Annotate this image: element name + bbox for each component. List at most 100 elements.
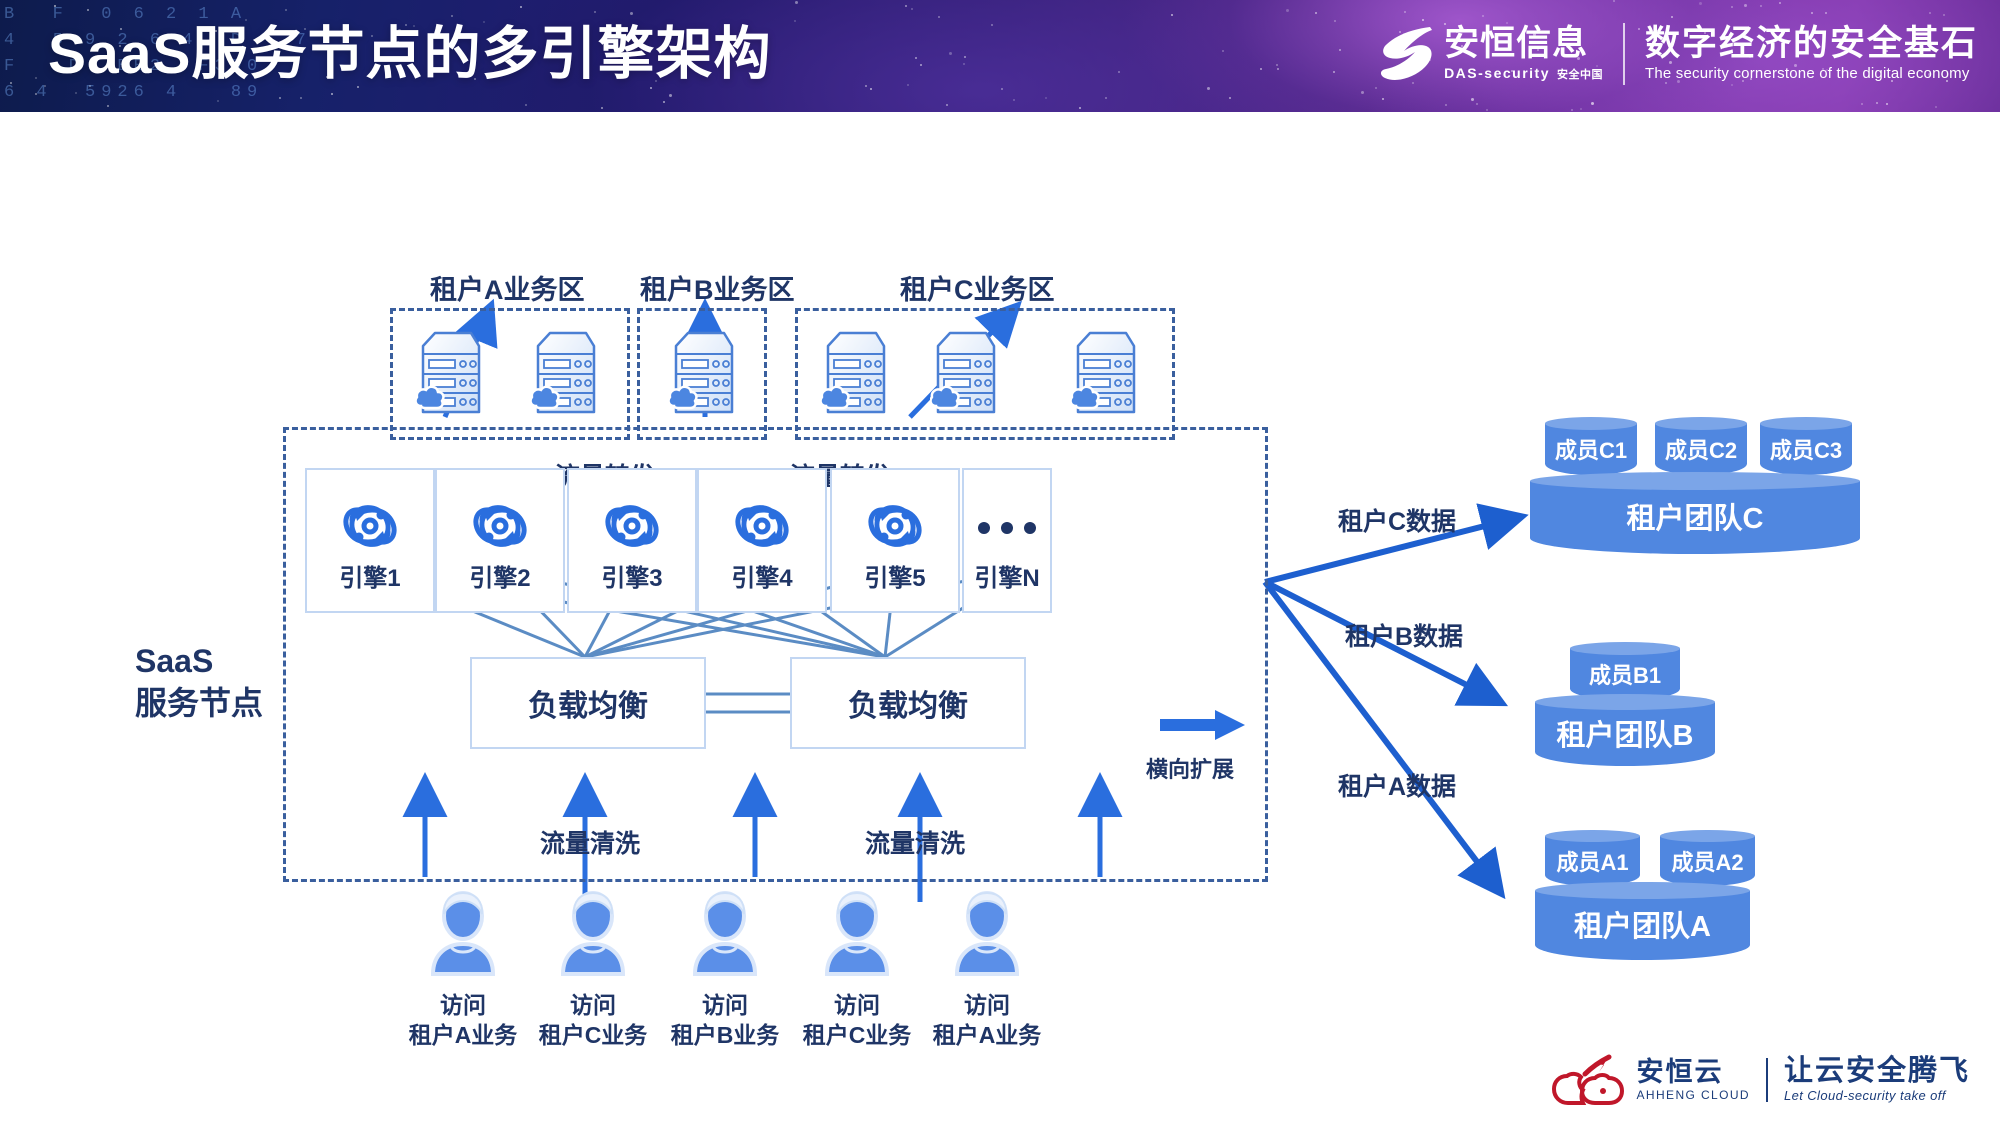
user-label-5-line1: 访问 (912, 990, 1062, 1020)
load-balancer-1-label: 负载均衡 (528, 681, 648, 725)
member-label-a2: 成员A2 (1660, 830, 1755, 886)
engine-box-3[interactable]: 引擎3 (567, 468, 697, 613)
user-icon (555, 890, 631, 976)
brand-name-cn: 安恒信息 (1444, 24, 1603, 64)
user-label-4-line1: 访问 (782, 990, 932, 1020)
server-icon (668, 328, 740, 418)
brand-name-en-cn: 安全中国 (1557, 66, 1603, 84)
footer-name-cn: 安恒云 (1637, 1058, 1750, 1087)
member-cylinder-b1[interactable]: 成员B1 (1570, 642, 1680, 700)
engine-label-2: 引擎2 (437, 558, 563, 593)
footer-brand: 安恒云 AHHENG CLOUD 让云安全腾飞 Let Cloud-securi… (1551, 1049, 1971, 1111)
team-cylinder-a[interactable]: 租户团队A (1535, 882, 1750, 960)
engine-label-5: 引擎5 (832, 558, 958, 593)
server-icon (930, 328, 1002, 418)
engine-label-1: 引擎1 (307, 558, 433, 593)
member-cylinder-c3[interactable]: 成员C3 (1760, 417, 1852, 475)
team-cylinder-c[interactable]: 租户团队C (1530, 472, 1860, 554)
user-icon (425, 890, 501, 976)
user-label-4-line2: 租户C业务 (782, 1020, 932, 1050)
user-label-1-line1: 访问 (388, 990, 538, 1020)
saas-label-line1: SaaS (135, 640, 263, 682)
engine-label-3: 引擎3 (569, 558, 695, 593)
brand-lockup: 安恒信息 DAS-security 安全中国 数字经济的安全基石 The sec… (1378, 14, 1978, 94)
member-cylinder-c2[interactable]: 成员C2 (1655, 417, 1747, 475)
user-label-3-line2: 租户B业务 (650, 1020, 800, 1050)
zone-title-b: 租户B业务区 (640, 268, 795, 307)
member-label-c3: 成员C3 (1760, 417, 1852, 475)
engine-label-4: 引擎4 (699, 558, 825, 593)
member-label-a1: 成员A1 (1545, 830, 1640, 886)
user-icon (819, 890, 895, 976)
footer-slogan-block: 让云安全腾飞 Let Cloud-security take off (1784, 1056, 1970, 1104)
ahheng-cloud-logo-icon (1551, 1054, 1627, 1106)
atom-engine-icon (600, 494, 664, 558)
engine-box-6[interactable]: 引擎N (962, 468, 1052, 613)
footer-name-block: 安恒云 AHHENG CLOUD (1637, 1058, 1750, 1103)
atom-engine-icon (730, 494, 794, 558)
brand-slogan-cn: 数字经济的安全基石 (1645, 24, 1978, 64)
user-icon (687, 890, 763, 976)
page-title: SaaS服务节点的多引擎架构 (48, 14, 771, 94)
clean-label-1: 流量清洗 (540, 824, 640, 860)
brand-divider (1623, 23, 1625, 85)
engine-box-5[interactable]: 引擎5 (830, 468, 960, 613)
engine-box-2[interactable]: 引擎2 (435, 468, 565, 613)
user-item-3: 访问 租户B业务 (650, 890, 800, 1050)
user-label-2-line1: 访问 (518, 990, 668, 1020)
slide-header: B F 0 6 2 1 A 4 5 9 2 6 4 D 7 F D BE2 F3… (0, 0, 2000, 112)
team-label-a: 租户团队A (1535, 882, 1750, 960)
atom-engine-icon (863, 494, 927, 558)
engine-box-4[interactable]: 引擎4 (697, 468, 827, 613)
zone-title-a: 租户A业务区 (430, 268, 585, 307)
team-cylinder-b[interactable]: 租户团队B (1535, 694, 1715, 766)
ellipsis-dots-icon (978, 522, 1036, 534)
user-icon (949, 890, 1025, 976)
user-label-2-line2: 租户C业务 (518, 1020, 668, 1050)
load-balancer-1[interactable]: 负载均衡 (470, 657, 706, 749)
zone-title-c: 租户C业务区 (900, 268, 1055, 307)
member-label-b1: 成员B1 (1570, 642, 1680, 700)
user-label-3-line1: 访问 (650, 990, 800, 1020)
load-balancer-2[interactable]: 负载均衡 (790, 657, 1026, 749)
user-item-5: 访问 租户A业务 (912, 890, 1062, 1050)
load-balancer-2-label: 负载均衡 (848, 681, 968, 725)
engine-box-1[interactable]: 引擎1 (305, 468, 435, 613)
team-label-b: 租户团队B (1535, 694, 1715, 766)
user-item-1: 访问 租户A业务 (388, 890, 538, 1050)
member-label-c1: 成员C1 (1545, 417, 1637, 475)
scale-out-label: 横向扩展 (1146, 752, 1234, 784)
user-item-4: 访问 租户C业务 (782, 890, 932, 1050)
tenant-data-arrows (1265, 517, 1520, 892)
engine-label-6: 引擎N (964, 558, 1050, 593)
brand-name-en: DAS-security (1444, 64, 1550, 82)
brand-name-block: 安恒信息 DAS-security 安全中国 (1444, 24, 1603, 84)
footer-slogan-cn: 让云安全腾飞 (1784, 1056, 1970, 1087)
footer-divider (1766, 1058, 1768, 1102)
member-cylinder-a1[interactable]: 成员A1 (1545, 830, 1640, 886)
team-label-c: 租户团队C (1530, 472, 1860, 554)
member-cylinder-c1[interactable]: 成员C1 (1545, 417, 1637, 475)
server-icon (415, 328, 487, 418)
server-icon (530, 328, 602, 418)
footer-slogan-en: Let Cloud-security take off (1784, 1087, 1970, 1104)
user-label-1-line2: 租户A业务 (388, 1020, 538, 1050)
brand-slogan-en: The security cornerstone of the digital … (1645, 64, 1978, 84)
clean-label-2: 流量清洗 (865, 824, 965, 860)
server-icon (1070, 328, 1142, 418)
member-label-c2: 成员C2 (1655, 417, 1747, 475)
user-item-2: 访问 租户C业务 (518, 890, 668, 1050)
footer-name-en: AHHENG CLOUD (1637, 1087, 1750, 1103)
member-cylinder-a2[interactable]: 成员A2 (1660, 830, 1755, 886)
brand-slogan-block: 数字经济的安全基石 The security cornerstone of th… (1645, 24, 1978, 84)
atom-engine-icon (468, 494, 532, 558)
slide-root: B F 0 6 2 1 A 4 5 9 2 6 4 D 7 F D BE2 F3… (0, 0, 2000, 1125)
das-security-logo-icon (1378, 23, 1436, 85)
data-label-b: 租户B数据 (1345, 617, 1463, 653)
brand-name-en-row: DAS-security 安全中国 (1444, 64, 1603, 84)
data-label-a: 租户A数据 (1338, 767, 1456, 803)
data-label-c: 租户C数据 (1338, 502, 1456, 538)
saas-node-label: SaaS 服务节点 (135, 640, 263, 724)
user-label-5-line2: 租户A业务 (912, 1020, 1062, 1050)
server-icon (820, 328, 892, 418)
